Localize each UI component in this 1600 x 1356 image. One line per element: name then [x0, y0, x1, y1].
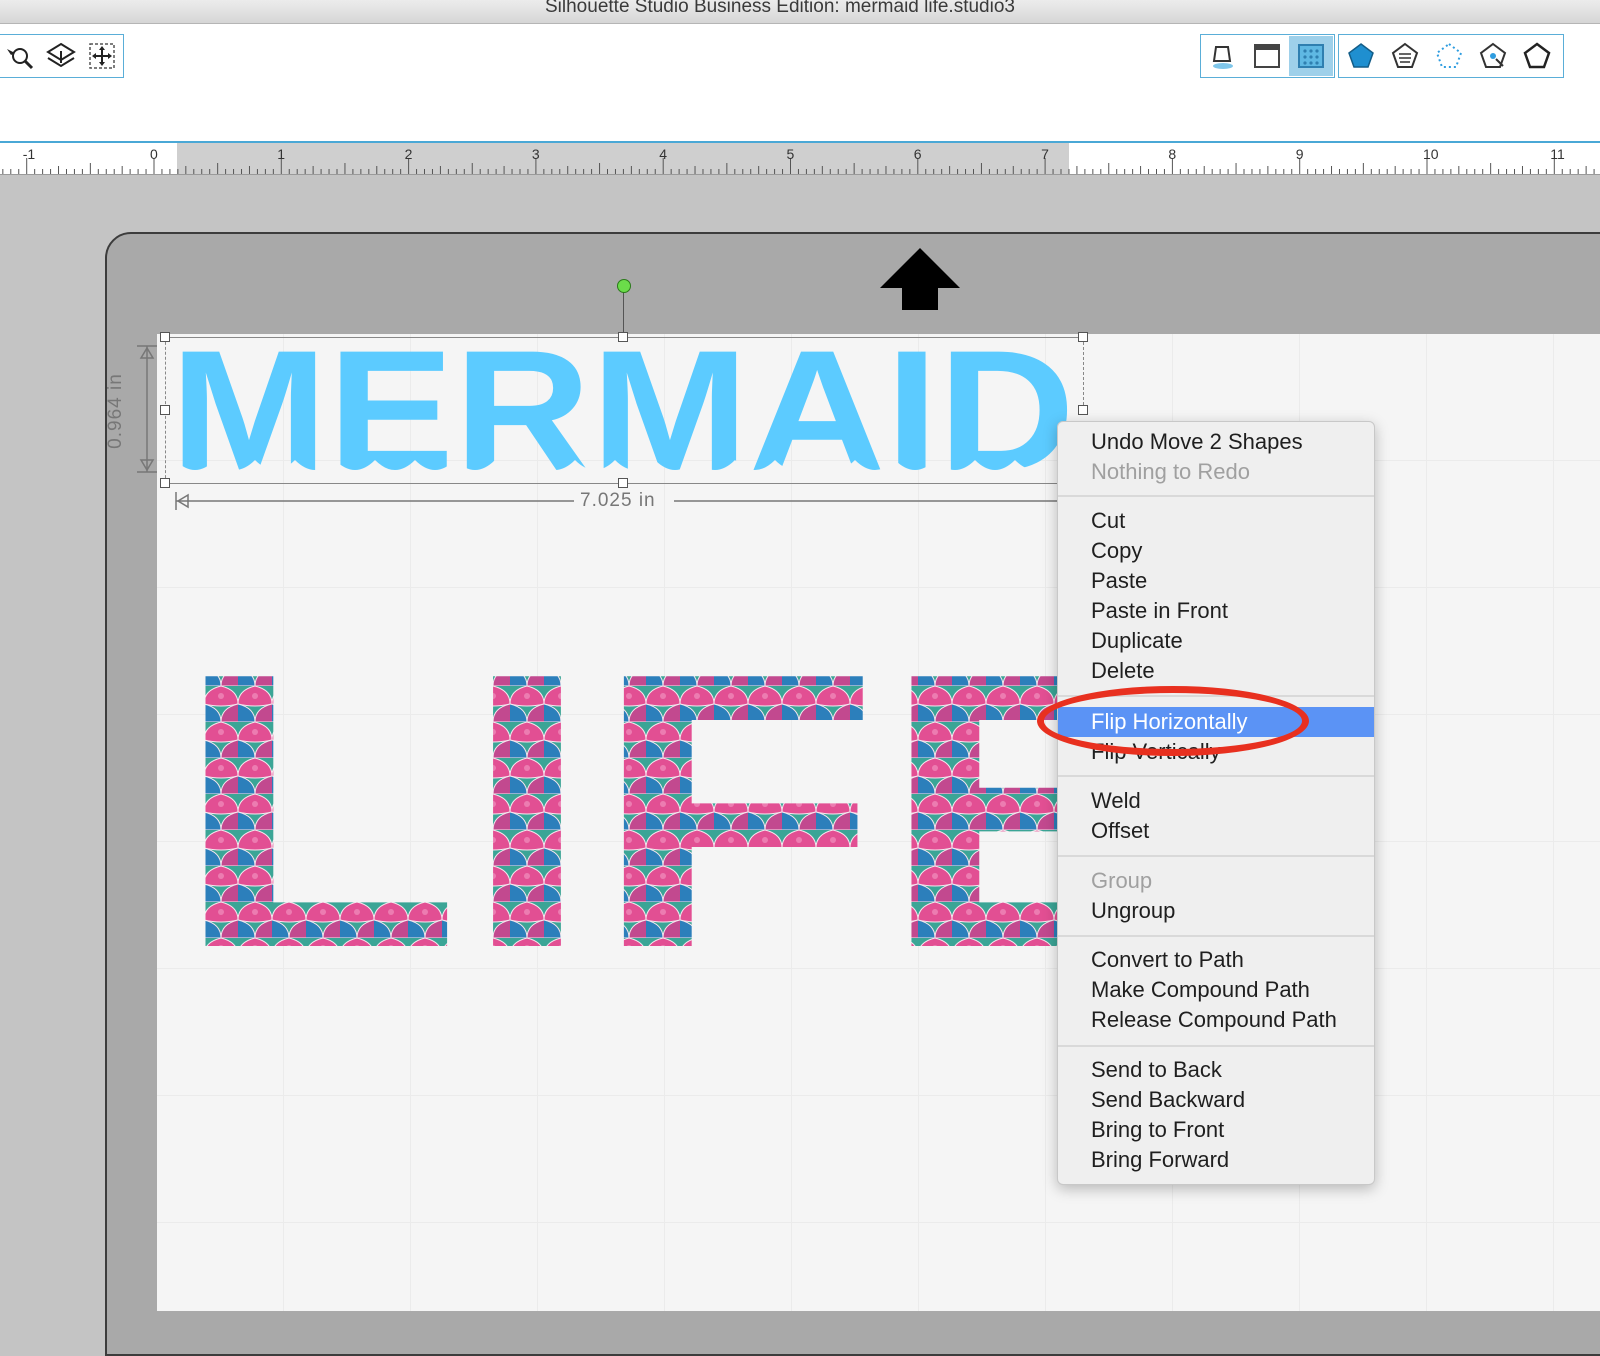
ruler-label: 2 — [405, 146, 413, 162]
layers-pentagon-icon[interactable] — [1383, 36, 1427, 76]
outline-pentagon-icon[interactable] — [1515, 36, 1559, 76]
menu-item-offset[interactable]: Offset — [1058, 816, 1374, 846]
window-title-bar: Silhouette Studio Business Edition: merm… — [0, 0, 1600, 24]
ruler-label: 1 — [277, 146, 285, 162]
life-word: LIFE — [174, 650, 1070, 950]
resize-handle-top-center[interactable] — [618, 332, 628, 342]
menu-separator — [1058, 775, 1374, 777]
ruler-label: 8 — [1168, 146, 1176, 162]
resize-handle-bottom-center[interactable] — [618, 478, 628, 488]
solid-fill-icon[interactable] — [1245, 36, 1289, 76]
menu-item-send-to-back[interactable]: Send to Back — [1058, 1055, 1374, 1085]
menu-item-bring-forward[interactable]: Bring Forward — [1058, 1145, 1374, 1175]
resize-handle-middle-left[interactable] — [160, 405, 170, 415]
rotation-stem — [623, 292, 624, 337]
mermaid-text-shape[interactable]: MERMAID — [170, 340, 1090, 485]
menu-item-release-compound-path[interactable]: Release Compound Path — [1058, 1005, 1374, 1035]
ruler-label: 10 — [1423, 146, 1439, 162]
resize-handle-bottom-left[interactable] — [160, 478, 170, 488]
ruler-label: 4 — [659, 146, 667, 162]
life-text-shape[interactable]: LIFE — [170, 650, 1070, 950]
pattern-fill-icon[interactable] — [1289, 36, 1333, 76]
zoom-select-icon[interactable] — [0, 36, 40, 76]
annotation-highlight-ring — [1037, 686, 1309, 756]
push-to-back-icon[interactable] — [40, 36, 81, 76]
ruler-label: 6 — [914, 146, 922, 162]
feed-direction-arrow-icon — [880, 248, 960, 315]
menu-item-ungroup[interactable]: Ungroup — [1058, 896, 1374, 926]
menu-separator — [1058, 495, 1374, 497]
menu-separator — [1058, 855, 1374, 857]
width-dimension-label: 7.025 in — [580, 490, 656, 511]
ruler-label: 3 — [532, 146, 540, 162]
menu-separator — [1058, 935, 1374, 937]
fill-tools-group — [1200, 34, 1335, 78]
resize-handle-top-right[interactable] — [1078, 332, 1088, 342]
selection-right-edge — [1083, 337, 1084, 410]
shape-tools-group — [1338, 34, 1564, 78]
menu-item-undo[interactable]: Undo Move 2 Shapes — [1058, 427, 1374, 457]
rotation-handle[interactable] — [617, 279, 631, 293]
move-tool-icon[interactable] — [82, 36, 123, 76]
menu-item-duplicate[interactable]: Duplicate — [1058, 626, 1374, 656]
menu-item-group: Group — [1091, 868, 1153, 893]
menu-item-make-compound-path[interactable]: Make Compound Path — [1058, 975, 1374, 1005]
menu-item-copy[interactable]: Copy — [1058, 536, 1374, 566]
menu-item-bring-to-front[interactable]: Bring to Front — [1058, 1115, 1374, 1145]
height-dimension-marker — [137, 345, 157, 473]
ruler-ticks: -1 0 1 2 3 4 5 6 7 8 9 10 11 — [2, 146, 1595, 174]
ruler-label: 0 — [150, 146, 158, 162]
horizontal-ruler[interactable]: -1 0 1 2 3 4 5 6 7 8 9 10 11 — [0, 143, 1600, 175]
height-dimension-label: 0.964 in — [105, 373, 126, 449]
window-title: Silhouette Studio Business Edition: merm… — [545, 0, 1015, 17]
fill-bucket-icon[interactable] — [1201, 36, 1245, 76]
context-menu: Undo Move 2 Shapes Nothing to Redo Cut C… — [1057, 421, 1375, 1185]
toolbar — [0, 24, 1600, 143]
pentagon-fill-icon[interactable] — [1339, 36, 1383, 76]
ruler-label: 5 — [787, 146, 795, 162]
dotted-pentagon-icon[interactable] — [1427, 36, 1471, 76]
resize-handle-top-left[interactable] — [160, 332, 170, 342]
menu-item-weld[interactable]: Weld — [1058, 786, 1374, 816]
menu-item-paste[interactable]: Paste — [1058, 566, 1374, 596]
resize-handle-middle-right[interactable] — [1078, 405, 1088, 415]
point-edit-pentagon-icon[interactable] — [1471, 36, 1515, 76]
ruler-label: -1 — [23, 146, 36, 162]
menu-item-convert-to-path[interactable]: Convert to Path — [1058, 945, 1374, 975]
selection-tools-group — [0, 34, 124, 78]
menu-separator — [1058, 1045, 1374, 1047]
ruler-label: 7 — [1041, 146, 1049, 162]
menu-item-send-backward[interactable]: Send Backward — [1058, 1085, 1374, 1115]
mermaid-word: MERMAID — [170, 340, 1075, 485]
menu-item-delete[interactable]: Delete — [1058, 656, 1374, 686]
menu-item-cut[interactable]: Cut — [1058, 506, 1374, 536]
ruler-label: 11 — [1550, 146, 1565, 162]
menu-item-paste-in-front[interactable]: Paste in Front — [1058, 596, 1374, 626]
menu-item-redo: Nothing to Redo — [1091, 459, 1250, 484]
ruler-label: 9 — [1296, 146, 1304, 162]
selection-bottom-edge — [165, 483, 1057, 484]
